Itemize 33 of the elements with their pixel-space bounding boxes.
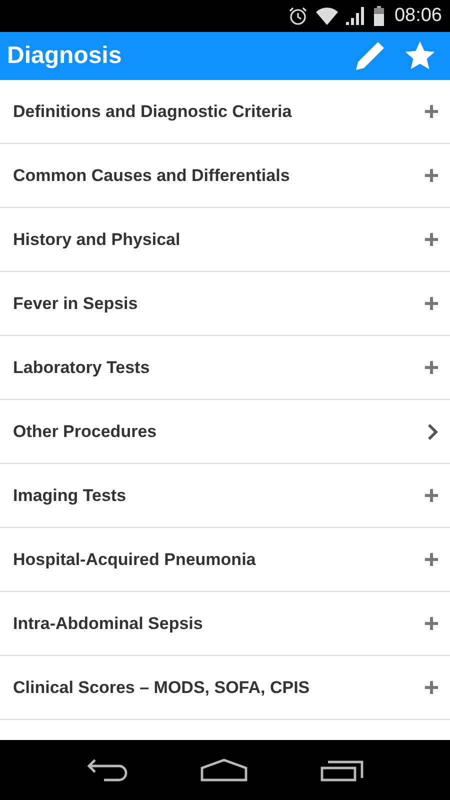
- clock-time: 08:06: [394, 5, 442, 27]
- plus-icon: [425, 617, 438, 630]
- plus-icon: [425, 489, 438, 502]
- alarm-clock-icon: [288, 6, 308, 26]
- list-item[interactable]: Other Procedures: [0, 400, 450, 464]
- plus-icon: [425, 681, 438, 694]
- chevron-right-icon: [427, 424, 438, 440]
- signal-icon: [346, 7, 366, 25]
- list-item[interactable]: History and Physical: [0, 208, 450, 272]
- pencil-icon: [354, 40, 386, 72]
- screen-title: Diagnosis: [7, 42, 123, 70]
- favorite-button[interactable]: [404, 40, 436, 72]
- plus-icon: [425, 553, 438, 566]
- list-item[interactable]: Definitions and Diagnostic Criteria: [0, 80, 450, 144]
- list-item[interactable]: Intra-Abdominal Sepsis: [0, 592, 450, 656]
- list-item[interactable]: Common Causes and Differentials: [0, 144, 450, 208]
- home-button[interactable]: [200, 758, 248, 782]
- plus-icon: [425, 233, 438, 246]
- recent-apps-button[interactable]: [320, 758, 364, 782]
- star-icon: [404, 40, 436, 72]
- back-button[interactable]: [86, 758, 128, 782]
- plus-icon: [425, 169, 438, 182]
- battery-icon: [374, 6, 384, 26]
- plus-icon: [425, 361, 438, 374]
- list-item[interactable]: Imaging Tests: [0, 464, 450, 528]
- list-item[interactable]: Clinical Scores – MODS, SOFA, CPIS: [0, 656, 450, 720]
- list-item[interactable]: Fever in Sepsis: [0, 272, 450, 336]
- plus-icon: [425, 297, 438, 310]
- plus-icon: [425, 105, 438, 118]
- list-item[interactable]: Laboratory Tests: [0, 336, 450, 400]
- edit-button[interactable]: [354, 40, 386, 72]
- list-item[interactable]: Hospital-Acquired Pneumonia: [0, 528, 450, 592]
- wifi-icon: [316, 7, 338, 25]
